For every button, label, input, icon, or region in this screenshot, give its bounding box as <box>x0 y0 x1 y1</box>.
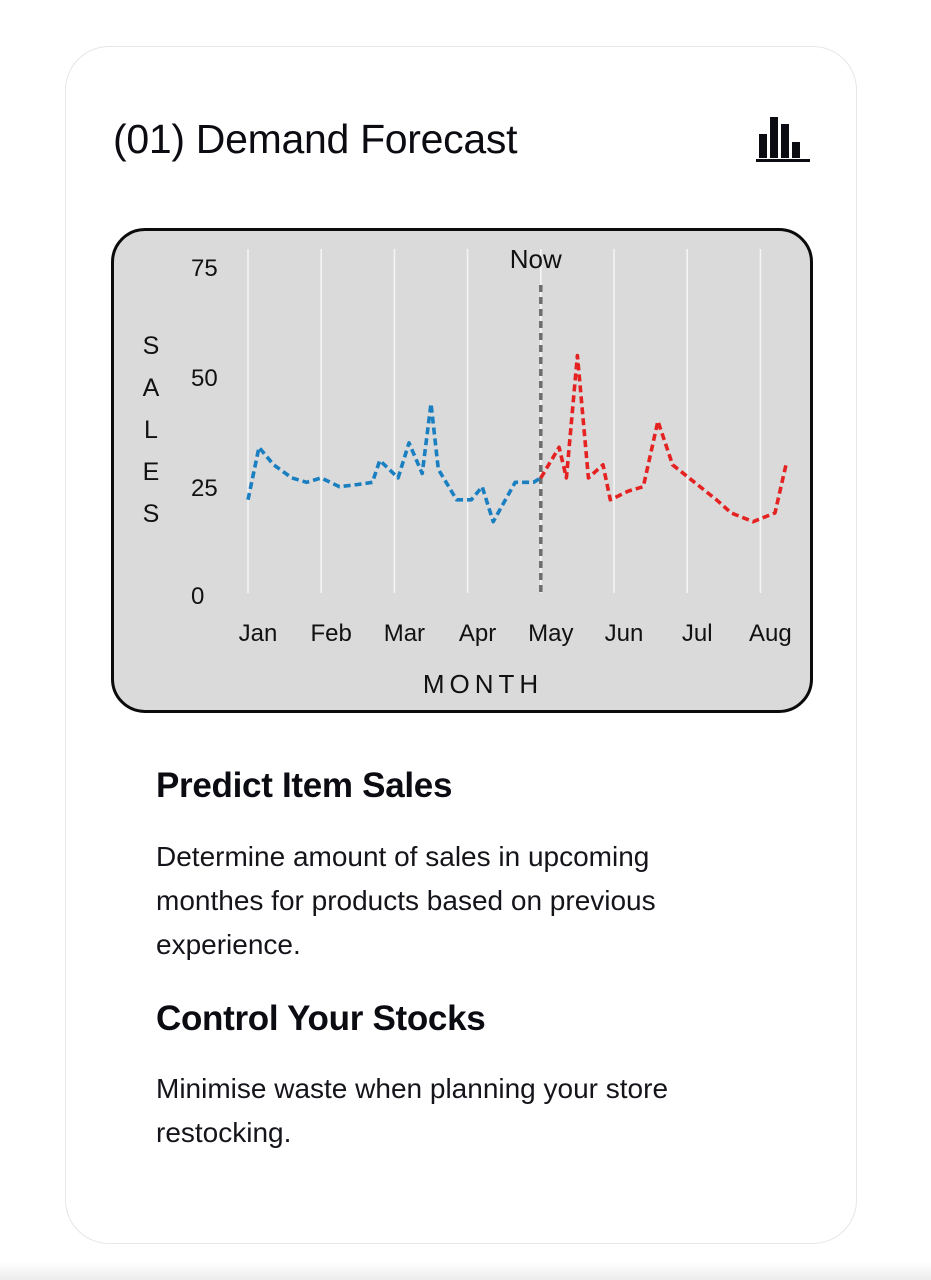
section-title-control-your-stocks: Control Your Stocks <box>156 999 486 1038</box>
bar-chart-icon <box>756 117 810 162</box>
chart-svg: 0255075SALESJan Feb Mar Apr May Jun Jul AugMONT… <box>143 244 792 699</box>
demand-forecast-chart: 0 25 50 75 S A L E S Jan Feb Mar Apr May Jun Jul Aug MONT… <box>111 228 813 713</box>
x-tick-label-aug: Aug <box>749 620 792 647</box>
y-axis-label-letter: S <box>143 500 160 528</box>
x-tick-label-jun: Jun <box>605 620 644 647</box>
y-tick-label-50: 50 <box>191 365 218 392</box>
now-marker-label: Now <box>510 244 562 274</box>
x-tick-label-jan: Jan <box>239 620 278 647</box>
y-axis-label-letter: A <box>143 374 160 402</box>
x-tick-label-jul: Jul <box>682 620 713 647</box>
y-axis-label-letter: E <box>143 458 160 486</box>
card-title: (01) Demand Forecast <box>113 116 518 162</box>
y-tick-label-0: 0 <box>191 583 204 610</box>
page-bottom-shade <box>0 1262 931 1280</box>
section-text-predict-item-sales: Determine amount of sales in upcoming mo… <box>156 841 656 960</box>
y-axis-label-letter: S <box>143 332 160 360</box>
x-tick-label-mar: Mar <box>384 620 425 647</box>
y-tick-label-25: 25 <box>191 475 218 502</box>
section-title-predict-item-sales: Predict Item Sales <box>156 766 453 805</box>
x-tick-label-feb: Feb <box>311 620 352 647</box>
x-tick-label-may: May <box>528 620 573 647</box>
y-axis-label-letter: L <box>144 416 158 444</box>
section-text-control-your-stocks: Minimise waste when planning your store … <box>156 1073 669 1148</box>
x-tick-label-apr: Apr <box>459 620 496 647</box>
forecast-series-line <box>539 353 788 524</box>
y-tick-label-75: 75 <box>191 255 218 282</box>
feature-card: (01) Demand Forecast 0 25 50 75 S A L E S Jan Feb M… <box>65 46 857 1244</box>
x-axis-label: MONTH <box>423 669 543 699</box>
